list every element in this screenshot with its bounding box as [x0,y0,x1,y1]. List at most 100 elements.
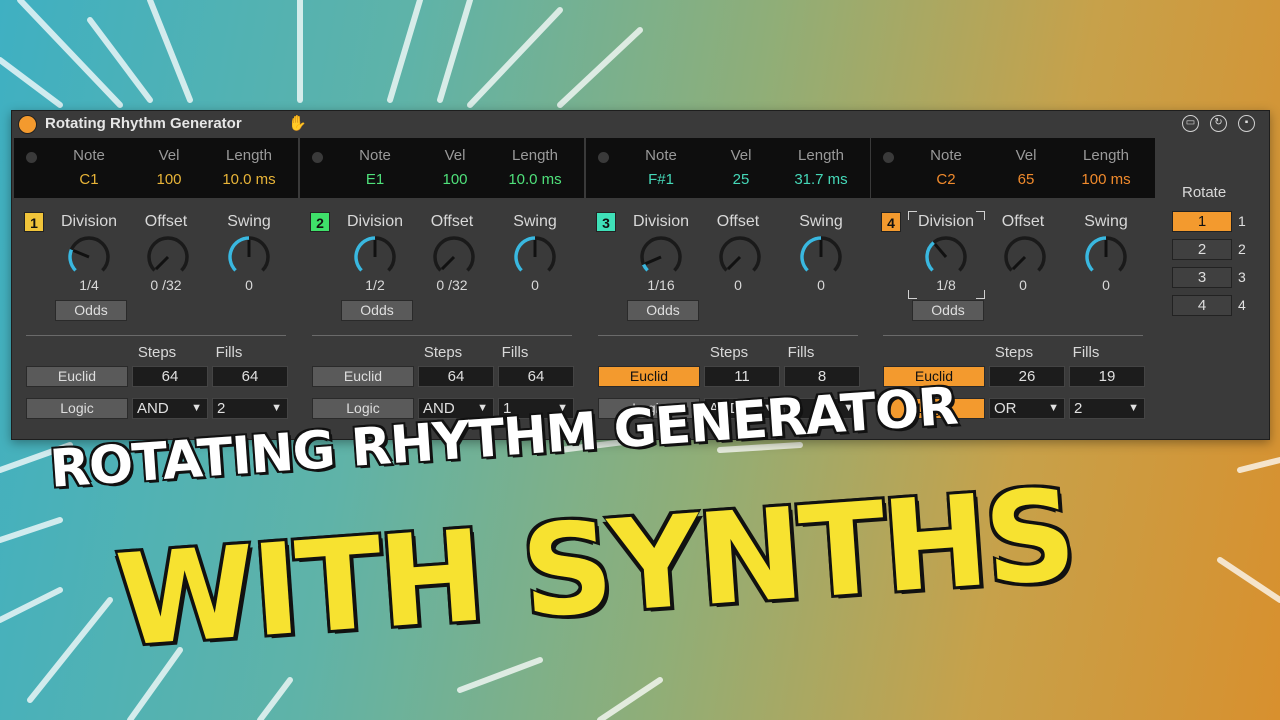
device-title: Rotating Rhythm Generator [45,115,242,132]
lane-led[interactable] [883,152,894,163]
swing-knob[interactable] [513,235,557,279]
chevron-down-icon: ▼ [271,402,282,414]
rotate-button-1[interactable]: 1 [1172,211,1232,232]
steps-field[interactable]: 26 [989,366,1065,387]
swing-value: 0 [817,277,825,293]
division-value: 1/4 [79,277,99,293]
division-label: Division [60,213,117,230]
steps-field[interactable]: 64 [418,366,494,387]
offset-value: 0 [734,277,742,293]
rotate-value-4: 4 [1238,297,1246,313]
rotate-button-2[interactable]: 2 [1172,239,1232,260]
vel-value[interactable]: 65 [1006,171,1046,188]
odds-button[interactable]: Odds [912,300,984,321]
rotate-button-4[interactable]: 4 [1172,295,1232,316]
lane-led[interactable] [26,152,37,163]
window-icon[interactable]: ▭ [1182,115,1199,132]
logic-value-select[interactable]: 2 ▼ [212,398,288,419]
fills-label: Fills [501,344,529,361]
lane-number-badge: 1 [24,212,44,232]
division-knob[interactable] [639,235,683,279]
offset-label: Offset [430,213,474,230]
swing-knob[interactable] [799,235,843,279]
length-label: Length [1083,147,1129,164]
vel-label: Vel [1015,147,1037,164]
swing-value: 0 [1102,277,1110,293]
note-label: Note [645,147,677,164]
offset-value: 0 [1019,277,1027,293]
rotate-value-3: 3 [1238,269,1246,285]
logic-operator-value: AND [137,400,169,417]
steps-field[interactable]: 64 [132,366,208,387]
logic-value: 2 [217,400,226,417]
note-value[interactable]: F#1 [641,171,681,188]
length-value[interactable]: 100 ms [1071,171,1141,188]
swing-label: Swing [227,213,271,230]
lane-led[interactable] [598,152,609,163]
refresh-icon[interactable]: ↻ [1210,115,1227,132]
division-knob[interactable] [353,235,397,279]
swing-label: Swing [1084,213,1128,230]
fills-label: Fills [787,344,815,361]
rotate-button-3[interactable]: 3 [1172,267,1232,288]
offset-label: Offset [1001,213,1045,230]
note-value[interactable]: E1 [355,171,395,188]
fills-field[interactable]: 19 [1069,366,1145,387]
odds-button[interactable]: Odds [341,300,413,321]
lane-number-badge: 2 [310,212,330,232]
save-icon[interactable]: ▪ [1238,115,1255,132]
swing-knob[interactable] [227,235,271,279]
fills-field[interactable]: 64 [498,366,574,387]
length-label: Length [226,147,272,164]
note-label: Note [359,147,391,164]
length-value[interactable]: 31.7 ms [786,171,856,188]
offset-knob[interactable] [432,235,476,279]
euclid-button[interactable]: Euclid [26,366,128,387]
note-display: Note Vel Length C2 65 100 ms [871,138,1155,198]
swing-knob[interactable] [1084,235,1128,279]
note-label: Note [930,147,962,164]
swing-value: 0 [531,277,539,293]
offset-value: 0 /32 [436,277,468,293]
logic-operator-select[interactable]: AND ▼ [132,398,208,419]
swing-label: Swing [799,213,843,230]
swing-value: 0 [245,277,253,293]
length-value[interactable]: 10.0 ms [500,171,570,188]
offset-label: Offset [144,213,188,230]
logic-value: 2 [1074,400,1083,417]
division-value: 1/16 [647,277,675,293]
rhythm-generator-device: Rotating Rhythm Generator ✋ ▭ ↻ ▪ Note V… [11,110,1270,440]
vel-value[interactable]: 25 [721,171,761,188]
division-knob[interactable] [67,235,111,279]
offset-knob[interactable] [718,235,762,279]
fills-label: Fills [215,344,243,361]
division-knob[interactable] [924,235,968,279]
offset-value: 0 /32 [150,277,182,293]
lane-divider [598,335,858,336]
note-value[interactable]: C1 [69,171,109,188]
logic-operator-select[interactable]: OR ▼ [989,398,1065,419]
lane-2: Note Vel Length E1 100 10.0 ms 2 Divisio… [300,138,584,428]
odds-button[interactable]: Odds [55,300,127,321]
fills-field[interactable]: 64 [212,366,288,387]
vel-value[interactable]: 100 [435,171,475,188]
logic-button[interactable]: Logic [26,398,128,419]
lane-led[interactable] [312,152,323,163]
odds-button[interactable]: Odds [627,300,699,321]
vel-value[interactable]: 100 [149,171,189,188]
division-label: Division [346,213,403,230]
division-label: Division [632,213,689,230]
logic-value-select[interactable]: 2 ▼ [1069,398,1145,419]
lane-number-badge: 4 [881,212,901,232]
steps-field[interactable]: 11 [704,366,780,387]
offset-knob[interactable] [146,235,190,279]
steps-label: Steps [137,344,177,361]
note-value[interactable]: C2 [926,171,966,188]
device-titlebar: Rotating Rhythm Generator ✋ ▭ ↻ ▪ [12,111,1269,137]
length-value[interactable]: 10.0 ms [214,171,284,188]
euclid-button[interactable]: Euclid [312,366,414,387]
offset-knob[interactable] [1003,235,1047,279]
corner-bracket [908,290,917,299]
euclid-button[interactable]: Euclid [598,366,700,387]
power-button[interactable] [18,115,37,134]
